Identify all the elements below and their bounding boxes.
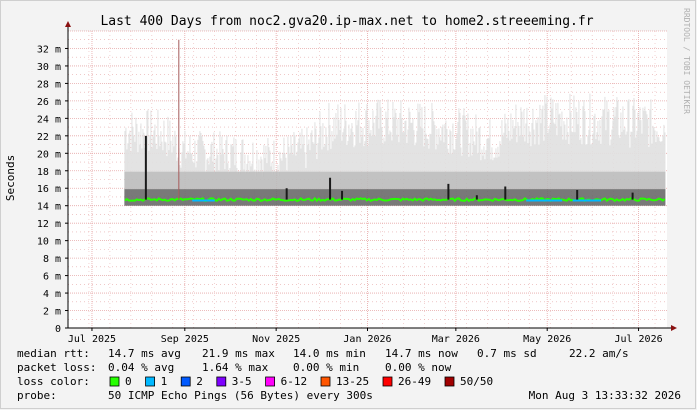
y-tick-label: 8 m	[43, 254, 61, 265]
y-tick-label: 14 m	[37, 202, 61, 213]
packet-loss-max: 1.64 % max	[202, 361, 269, 374]
median-rtt-avg: 14.7 ms avg	[108, 347, 181, 360]
loss-legend-swatch	[265, 376, 276, 387]
probe-label: probe:	[17, 389, 57, 402]
loss-legend-label: 26-49	[398, 375, 431, 388]
packet-loss-now: 0.00 % now	[385, 361, 452, 374]
median-rtt-ams: 22.2 am/s	[569, 347, 629, 360]
loss-legend-swatch	[109, 376, 120, 387]
chart-title: Last 400 Days from noc2.gva20.ip-max.net…	[100, 14, 593, 29]
y-tick-label: 2 m	[43, 307, 61, 318]
loss-legend-swatch	[216, 376, 227, 387]
loss-legend-label: 6-12	[281, 375, 308, 388]
loss-legend-label: 1	[161, 375, 168, 388]
loss-legend-label: 2	[196, 375, 203, 388]
x-tick-label: Jul 2025	[68, 334, 116, 345]
y-tick-label: 10 m	[37, 237, 61, 248]
median-rtt-label: median rtt:	[17, 347, 90, 360]
watermark: RRDTOOL / TOBI OETIKER	[682, 8, 691, 114]
median-rtt-max: 21.9 ms max	[202, 347, 275, 360]
timestamp: Mon Aug 3 13:33:32 2026	[529, 389, 681, 402]
y-tick-label: 24 m	[37, 114, 61, 125]
loss-legend-label: 3-5	[232, 375, 252, 388]
y-tick-label: 26 m	[37, 97, 61, 108]
y-tick-label: 28 m	[37, 79, 61, 90]
loss-color-label: loss color:	[17, 375, 90, 388]
probe-description: 50 ICMP Echo Pings (56 Bytes) every 300s	[108, 389, 373, 402]
y-tick-label: 32 m	[37, 44, 61, 55]
packet-loss-min: 0.00 % min	[293, 361, 359, 374]
median-rtt-min: 14.0 ms min	[293, 347, 366, 360]
median-rtt-sd: 0.7 ms sd	[477, 347, 537, 360]
y-axis-label: Seconds	[4, 155, 17, 201]
packet-loss-avg: 0.04 % avg	[108, 361, 174, 374]
x-tick-label: May 2026	[523, 334, 571, 345]
y-tick-label: 18 m	[37, 167, 61, 178]
x-tick-label: Sep 2025	[161, 334, 209, 345]
x-tick-label: Jan 2026	[343, 334, 391, 345]
median-rtt-now: 14.7 ms now	[385, 347, 458, 360]
loss-legend-swatch	[180, 376, 191, 387]
y-tick-label: 30 m	[37, 62, 61, 73]
loss-legend-swatch	[320, 376, 331, 387]
x-tick-label: Mar 2026	[432, 334, 480, 345]
y-tick-label: 16 m	[37, 184, 61, 195]
x-tick-label: Nov 2025	[252, 334, 300, 345]
loss-legend-swatch	[444, 376, 455, 387]
loss-legend-label: 50/50	[460, 375, 493, 388]
y-tick-label: 22 m	[37, 132, 61, 143]
packet-loss-label: packet loss:	[17, 361, 96, 374]
y-tick-label: 6 m	[43, 272, 61, 283]
loss-legend-label: 13-25	[336, 375, 369, 388]
loss-legend-label: 0	[125, 375, 132, 388]
smokeping-chart: Last 400 Days from noc2.gva20.ip-max.net…	[0, 0, 697, 410]
loss-legend-swatch	[145, 376, 156, 387]
x-tick-label: Jul 2026	[614, 334, 662, 345]
y-tick-label: 20 m	[37, 149, 61, 160]
loss-legend-swatch	[382, 376, 393, 387]
y-tick-label: 4 m	[43, 289, 61, 300]
y-tick-label: 0	[55, 324, 61, 335]
y-tick-label: 12 m	[37, 219, 61, 230]
